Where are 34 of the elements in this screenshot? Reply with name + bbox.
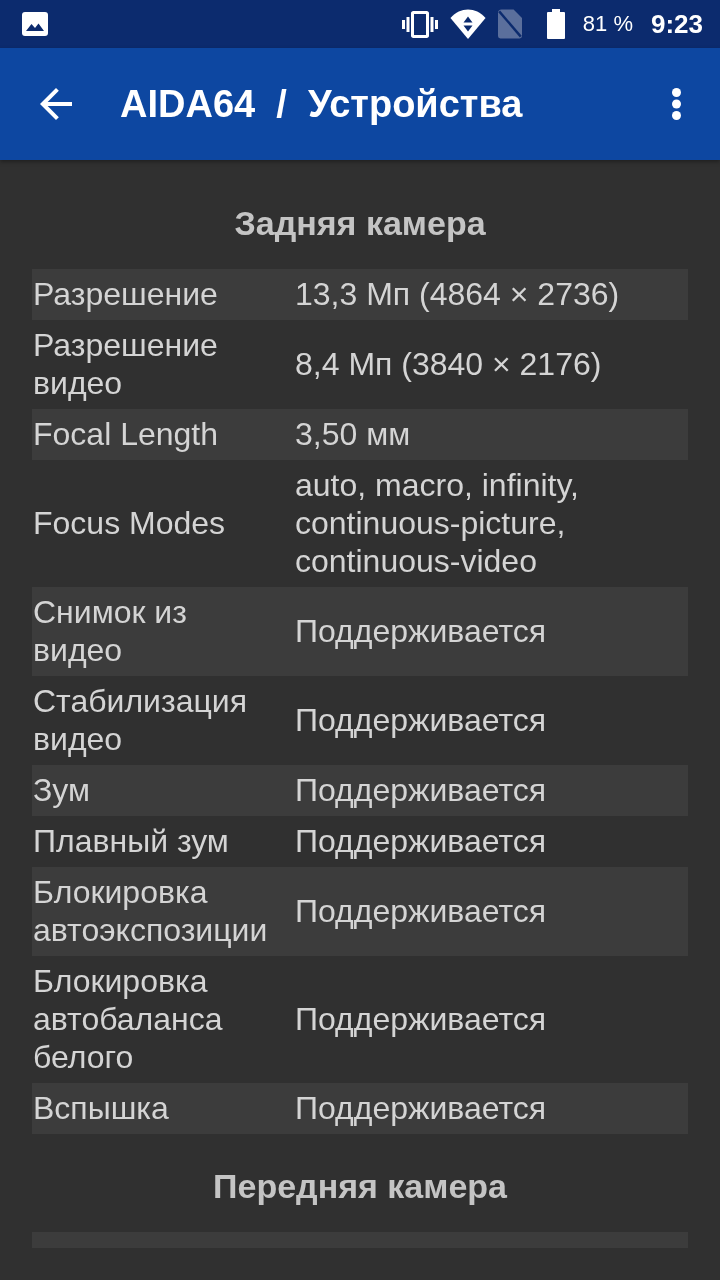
row-label: Focus Modes [33, 504, 227, 542]
no-sim-icon [497, 9, 522, 39]
row-label: Снимок из видео [33, 593, 188, 669]
row-label: Плавный зум [33, 822, 230, 860]
row-value: Поддерживается [295, 822, 548, 860]
image-icon [22, 12, 48, 36]
row-label: Стабилизация видео [33, 682, 248, 758]
row-label: Блокировка автобаланса белого [33, 962, 224, 1076]
section-title: Задняя камера [233, 204, 487, 242]
row-label: Вспышка [33, 1089, 170, 1127]
row-label: Блокировка автоэкспозиции [33, 873, 269, 949]
row-value: Поддерживается [295, 612, 548, 650]
row-value: 3,50 мм [295, 415, 412, 453]
row-label: Focal Length [33, 415, 219, 453]
battery-icon [546, 9, 565, 39]
battery-percent: 81 % [582, 11, 633, 37]
wifi-icon [449, 9, 486, 39]
row-value: 8,4 Мп (3840 × 2176) [295, 345, 603, 383]
back-icon[interactable] [40, 88, 72, 120]
row-value: Поддерживается [295, 701, 548, 739]
row-value: 13,3 Мп (4864 × 2736) [295, 275, 621, 313]
row-value: Поддерживается [295, 1089, 548, 1127]
more-options-icon[interactable] [672, 88, 681, 120]
row-value: Поддерживается [295, 892, 548, 930]
row-label: Разрешение [33, 275, 219, 313]
row-label: Разрешение видео [33, 326, 219, 402]
row-value: auto, macro, infinity, continuous-picture, continuous-video [295, 466, 580, 580]
row-value: Поддерживается [295, 1000, 548, 1038]
clock: 9:23 [650, 8, 703, 40]
row-label: Зум [33, 771, 91, 809]
row-value: Поддерживается [295, 771, 548, 809]
screen-title: AIDA64 / Устройства [120, 82, 524, 126]
section-title: Передняя камера [212, 1167, 508, 1205]
vibrate-icon [401, 10, 438, 38]
